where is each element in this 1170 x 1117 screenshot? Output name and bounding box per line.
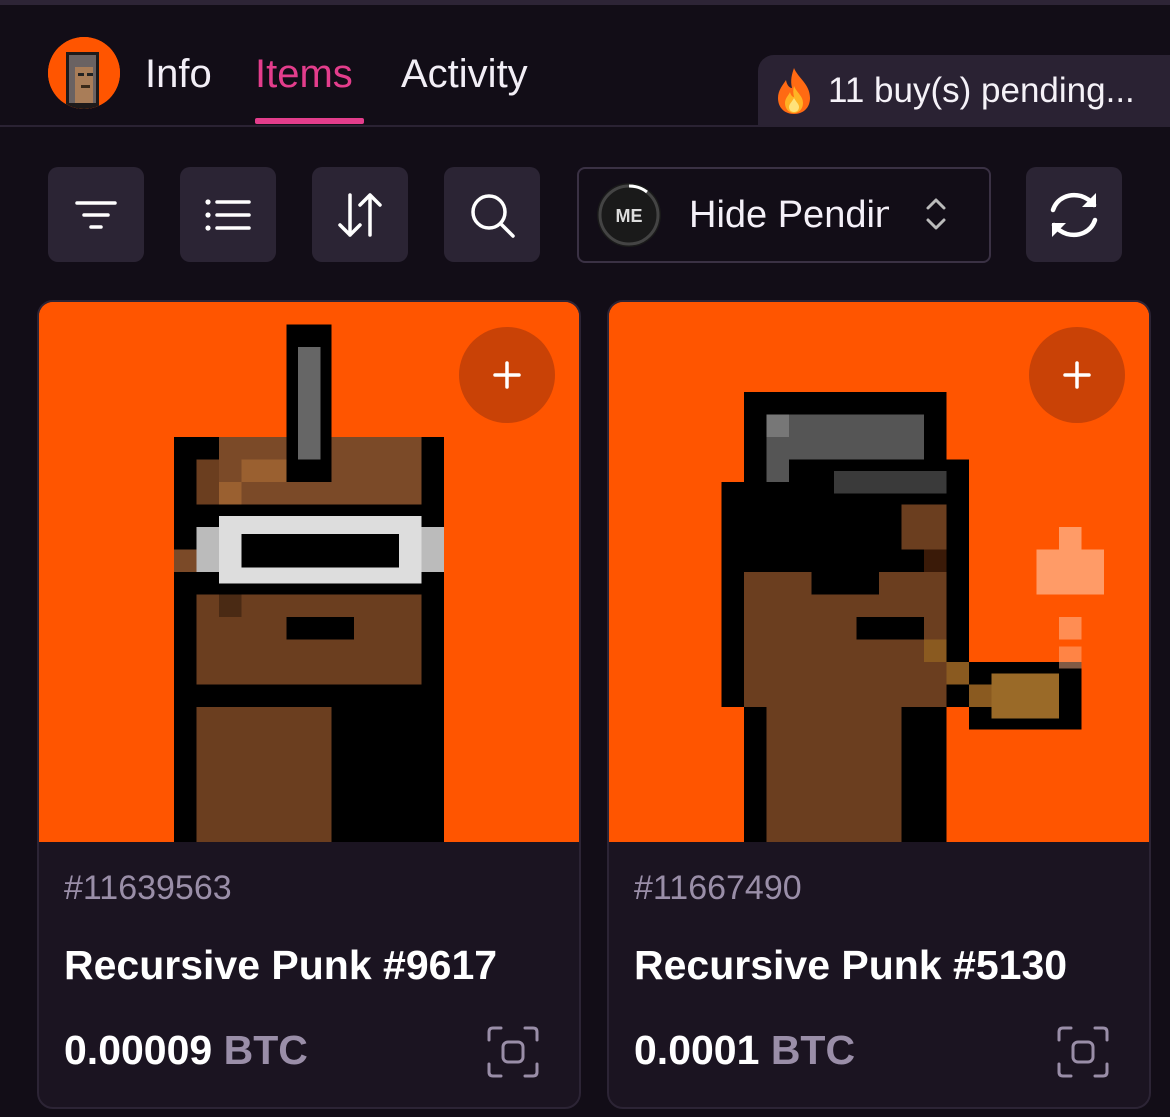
price-value: 0.00009 xyxy=(64,1027,213,1073)
search-button[interactable] xyxy=(444,167,540,262)
sort-button[interactable] xyxy=(312,167,408,262)
price-currency: BTC xyxy=(770,1027,856,1073)
inscription-number: #11639563 xyxy=(64,869,232,907)
sort-icon xyxy=(338,192,382,237)
list-view-button[interactable] xyxy=(180,167,276,262)
filter-icon xyxy=(75,200,117,229)
plus-icon xyxy=(1063,361,1091,389)
scan-icon[interactable] xyxy=(485,1024,541,1080)
tabs-divider xyxy=(0,125,760,127)
search-icon xyxy=(471,193,515,238)
magic-eden-logo: ME xyxy=(597,183,661,247)
item-name[interactable]: Recursive Punk #5130 xyxy=(634,942,1067,989)
svg-text:ME: ME xyxy=(616,206,643,226)
pending-text: 11 buy(s) pending... xyxy=(828,71,1135,110)
refresh-icon xyxy=(1050,192,1098,237)
add-to-cart-button[interactable] xyxy=(459,327,555,423)
punk-avatar-icon xyxy=(48,37,120,109)
tab-info[interactable]: Info xyxy=(145,50,212,98)
top-border xyxy=(0,0,1170,5)
fire-icon xyxy=(778,68,810,114)
tab-items[interactable]: Items xyxy=(255,50,353,98)
pending-buys-banner[interactable]: 11 buy(s) pending... xyxy=(758,55,1170,127)
active-tab-indicator xyxy=(255,118,364,124)
plus-icon xyxy=(493,361,521,389)
item-price: 0.00009 BTC xyxy=(64,1027,308,1074)
add-to-cart-button[interactable] xyxy=(1029,327,1125,423)
list-icon xyxy=(205,198,251,231)
item-card[interactable]: #11639563 Recursive Punk #9617 0.00009 B… xyxy=(37,300,581,1109)
chevron-updown-icon xyxy=(926,198,946,230)
filter-button[interactable] xyxy=(48,167,144,262)
inscription-number: #11667490 xyxy=(634,869,802,907)
item-price: 0.0001 BTC xyxy=(634,1027,855,1074)
price-currency: BTC xyxy=(223,1027,308,1073)
collection-avatar[interactable] xyxy=(48,37,120,109)
pending-filter-select[interactable]: ME Hide Pending xyxy=(577,167,991,263)
item-card[interactable]: #11667490 Recursive Punk #5130 0.0001 BT… xyxy=(607,300,1151,1109)
price-value: 0.0001 xyxy=(634,1027,760,1073)
select-value: Hide Pending xyxy=(689,194,889,236)
tab-activity[interactable]: Activity xyxy=(401,50,528,98)
refresh-button[interactable] xyxy=(1026,167,1122,262)
scan-icon[interactable] xyxy=(1055,1024,1111,1080)
item-name[interactable]: Recursive Punk #9617 xyxy=(64,942,497,989)
